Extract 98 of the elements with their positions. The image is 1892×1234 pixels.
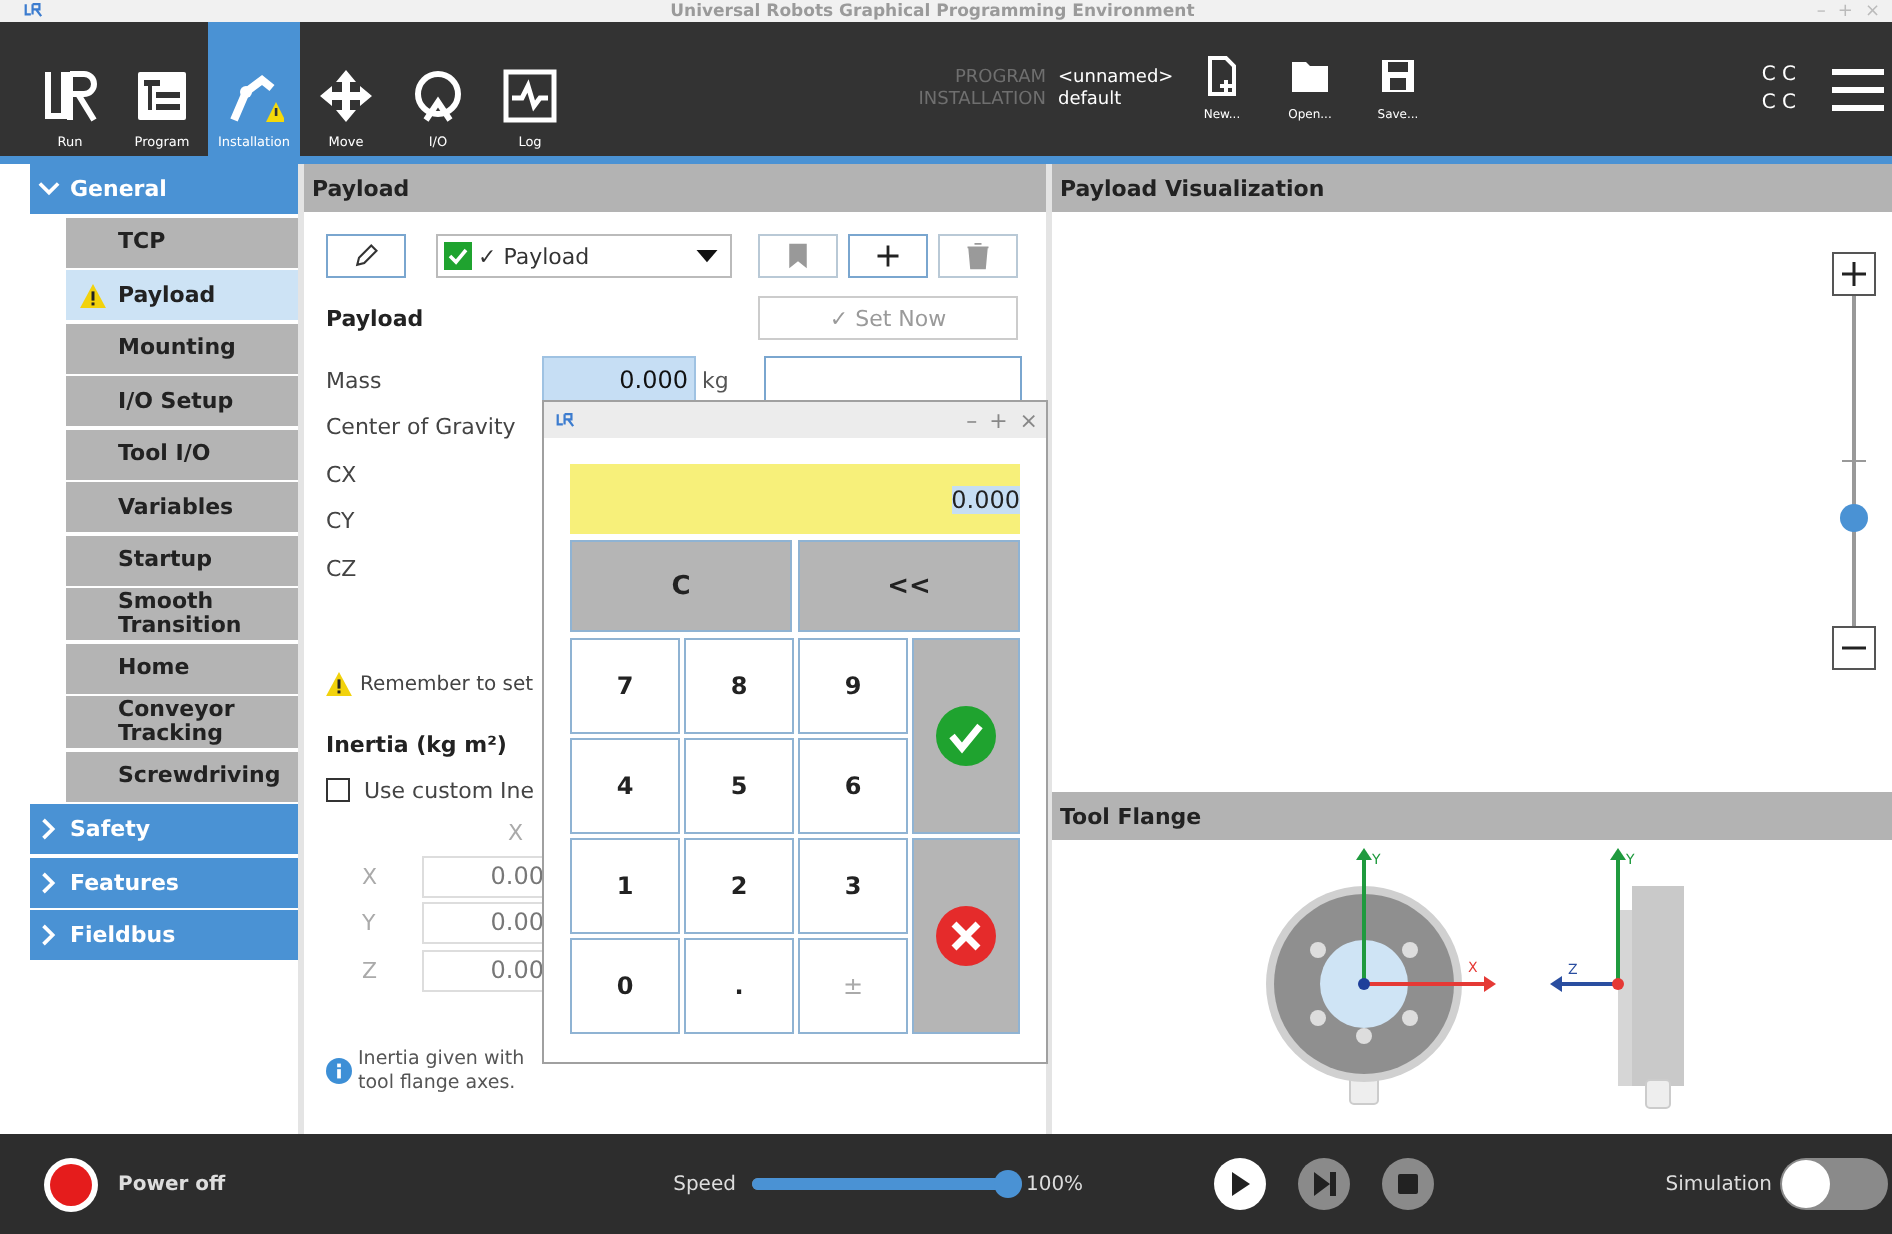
caret-icon (696, 249, 718, 263)
play-button[interactable] (1213, 1158, 1266, 1210)
installation-name: default (1058, 90, 1124, 110)
keypad-key[interactable]: 3 (798, 838, 908, 934)
simulation-label: Simulation (1665, 1173, 1772, 1195)
folder-icon (1290, 56, 1330, 96)
field-label: Center of Gravity (326, 414, 516, 441)
status-text: C C (1761, 89, 1796, 117)
zoom-out-button[interactable] (1832, 626, 1876, 670)
window-title: Universal Robots Graphical Programming Environment (668, 1, 1197, 21)
trash-icon (964, 242, 992, 270)
keypad-key[interactable]: 4 (570, 738, 680, 834)
checkbox[interactable] (444, 242, 472, 270)
keypad-key[interactable]: 1 (570, 838, 680, 934)
power-button[interactable] (44, 1157, 98, 1211)
logo-icon (556, 411, 580, 429)
keypad-key[interactable]: C (570, 540, 792, 632)
keypad-key[interactable]: 5 (684, 738, 794, 834)
bookmark-icon (784, 242, 812, 270)
warning-text: Remember to set (360, 673, 534, 695)
waveform-icon (500, 66, 560, 126)
logo-icon (40, 66, 100, 126)
play-icon (1232, 1172, 1251, 1196)
stop-icon (1397, 1174, 1418, 1194)
panel-header: Payload Visualization (1052, 164, 1892, 212)
keypad-key[interactable]: << (798, 540, 1020, 632)
section-title: Payload (326, 305, 424, 331)
plus-icon (1840, 260, 1868, 288)
simulation-toggle[interactable] (1780, 1158, 1888, 1210)
new-file-icon (1202, 56, 1242, 96)
sidebar-item[interactable]: I/O Setup (66, 376, 298, 426)
panel-header: Payload (304, 164, 1046, 212)
panel-header: Tool Flange (1052, 792, 1892, 840)
add-button[interactable] (848, 234, 928, 278)
keypad-key[interactable]: 0 (570, 938, 680, 1034)
step-button[interactable] (1297, 1158, 1350, 1210)
number-display[interactable]: 0.000 (570, 464, 1020, 534)
chevron-icon (38, 871, 60, 893)
sidebar-item[interactable]: Screwdriving (66, 751, 298, 801)
info-icon (326, 1058, 352, 1084)
field-label: Mass (326, 367, 384, 393)
keypad-key[interactable]: 9 (798, 638, 908, 734)
keypad-key[interactable]: . (684, 938, 794, 1034)
row-label: X (360, 863, 380, 889)
slider-thumb[interactable] (1840, 504, 1868, 533)
installation-label: INSTALLATION (916, 90, 1046, 110)
checkbox-label: Use custom Ine (364, 777, 535, 803)
sidebar-item[interactable]: Mounting (66, 323, 298, 373)
section-title: Inertia (kg m²) (326, 731, 507, 757)
chevron-icon (38, 178, 60, 200)
checkbox[interactable] (326, 778, 350, 802)
keypad-key[interactable]: 7 (570, 638, 680, 734)
info-text: Inertia given with tool flange axes. (358, 1047, 525, 1095)
column-header: X (508, 819, 524, 845)
pencil-icon (352, 242, 380, 270)
close-icon (936, 906, 996, 966)
power-status: Power off (118, 1173, 226, 1195)
mass-field[interactable]: 0.000 (542, 356, 696, 404)
preset-dropdown[interactable]: ✓ Payload (436, 234, 732, 278)
sidebar-item[interactable]: Smooth Transition (66, 588, 298, 640)
row-label: Y (360, 910, 378, 936)
field-label: CZ (326, 555, 357, 582)
zoom-in-button[interactable] (1832, 252, 1876, 296)
check-icon (936, 706, 996, 766)
program-name: <unnamed> (1058, 68, 1176, 88)
stop-button[interactable] (1381, 1158, 1434, 1210)
row-label: Z (360, 957, 380, 983)
chevron-icon (38, 924, 60, 946)
move-arrows-icon (316, 66, 376, 126)
speed-slider[interactable] (751, 1170, 1022, 1198)
warning-icon (326, 672, 352, 696)
speed-value: 100% (1025, 1173, 1084, 1195)
sidebar-item[interactable]: TCP (66, 217, 298, 267)
menu-icon[interactable] (1832, 67, 1884, 111)
chevron-icon (38, 818, 60, 840)
zoom-slider[interactable] (1840, 296, 1868, 626)
save-icon (1378, 56, 1418, 96)
sidebar-item[interactable]: Startup (66, 535, 298, 585)
logo-icon (24, 2, 48, 20)
edit-button[interactable] (326, 234, 406, 278)
program-label: PROGRAM (952, 68, 1046, 88)
slider-thumb[interactable] (993, 1170, 1022, 1198)
plus-icon (874, 242, 902, 270)
sidebar-item[interactable]: Tool I/O (66, 429, 298, 479)
speed-label: Speed (673, 1173, 736, 1195)
field-label: CY (326, 508, 355, 535)
step-icon (1313, 1172, 1336, 1196)
sidebar-item[interactable]: Home (66, 643, 298, 693)
keypad-key[interactable]: 6 (798, 738, 908, 834)
list-icon (132, 66, 192, 126)
keypad-key[interactable]: 8 (684, 638, 794, 734)
field-label: CX (326, 461, 357, 488)
sidebar-item[interactable]: Conveyor Tracking (66, 696, 298, 748)
sidebar-item[interactable]: Variables (66, 482, 298, 532)
status-text: C C (1761, 61, 1796, 89)
sidebar-item[interactable]: Payload (66, 270, 298, 320)
unit-label: kg (702, 367, 731, 393)
keypad-key[interactable]: 2 (684, 838, 794, 934)
